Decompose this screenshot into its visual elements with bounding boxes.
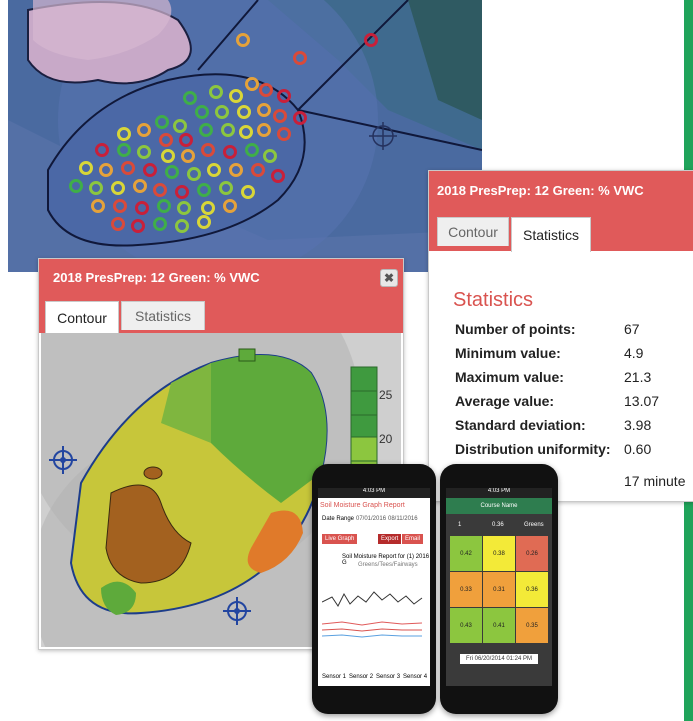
date-from-field[interactable]: 07/01/2016 (356, 516, 386, 522)
moisture-grid: 0.42 0.38 0.26 0.33 0.31 0.36 0.43 0.41 0.35 (450, 536, 548, 644)
status-time: 4:03 PM (446, 488, 552, 498)
tab-statistics[interactable]: Statistics (511, 217, 591, 252)
stat-label: Number of points: (455, 321, 576, 337)
legend-tick-25: 25 (379, 388, 393, 402)
live-graph-button[interactable]: Live Graph (322, 534, 358, 544)
stat-label: Standard deviation: (455, 417, 586, 433)
date-to-field[interactable]: 08/11/2016 (388, 516, 418, 522)
stat-label: Average value: (455, 393, 555, 409)
stat-value: 3.98 (624, 417, 652, 433)
export-button[interactable]: Export (378, 534, 402, 544)
stat-value: 67 (624, 321, 640, 337)
contour-panel-tabs: Contour Statistics (39, 297, 403, 334)
stat-value: 0.60 (624, 441, 652, 457)
email-button[interactable]: Email (402, 534, 424, 544)
stat-label: Maximum value: (455, 369, 564, 385)
grid-cell[interactable]: 0.31 (483, 572, 515, 607)
grid-row-value: 0.36 (492, 522, 504, 528)
phone-soil-moisture: 4:03 PM Soil Moisture Graph Report Date … (312, 464, 436, 714)
course-name-header: Course Name (446, 498, 552, 514)
date-range-label: Date Range (322, 516, 355, 522)
grid-row-type[interactable]: Greens (524, 522, 544, 528)
status-time: 4:03 PM (318, 488, 430, 498)
statistics-heading: Statistics (453, 289, 534, 311)
phone-course-grid: 4:03 PM Course Name 1 0.36 Greens 0.42 0.… (440, 464, 558, 714)
moisture-chart (322, 572, 426, 672)
aerial-map-svg (8, 0, 482, 272)
stat-label: Minimum value: (455, 345, 561, 361)
stat-value: 4.9 (624, 345, 644, 361)
statistics-extra: 17 minute (624, 473, 686, 489)
legend-entry: Sensor 3 (376, 674, 401, 680)
contour-panel-title: 2018 PresPrep: 12 Green: % VWC (39, 259, 403, 297)
grid-cell[interactable]: 0.42 (450, 536, 482, 571)
grid-cell[interactable]: 0.35 (516, 608, 548, 643)
phone-left-screen: 4:03 PM Soil Moisture Graph Report Date … (318, 488, 430, 686)
close-button[interactable]: ✖ (380, 269, 398, 287)
statistics-panel-title: 2018 PresPrep: 12 Green: % VWC (429, 171, 693, 211)
grid-cell[interactable]: 0.41 (483, 608, 515, 643)
phone-right-screen: 4:03 PM Course Name 1 0.36 Greens 0.42 0.… (446, 488, 552, 686)
legend-tick-20: 20 (379, 432, 393, 446)
chart-legend: Sensor 1 Sensor 2 Sensor 3 Sensor 4 (322, 674, 430, 680)
date-bar[interactable]: Fri 06/20/2014 01:24 PM (460, 654, 538, 664)
grid-cell[interactable]: 0.33 (450, 572, 482, 607)
grid-cell[interactable]: 0.43 (450, 608, 482, 643)
grid-cell[interactable]: 0.26 (516, 536, 548, 571)
stat-value: 13.07 (624, 393, 660, 409)
tab-contour[interactable]: Contour (437, 217, 509, 246)
stat-value: 21.3 (624, 369, 652, 385)
grid-row-id: 1 (458, 522, 462, 528)
statistics-panel: 2018 PresPrep: 12 Green: % VWC Contour S… (428, 170, 693, 502)
grid-cell[interactable]: 0.36 (516, 572, 548, 607)
statistics-panel-tabs: Contour Statistics (429, 211, 693, 252)
legend-entry: Sensor 4 (403, 674, 428, 680)
grid-cell[interactable]: 0.38 (483, 536, 515, 571)
report-title: Soil Moisture Graph Report (320, 502, 405, 509)
chart-subtitle: Greens/Tees/Fairways (358, 562, 418, 568)
legend-entry: Sensor 1 (322, 674, 347, 680)
aerial-map[interactable] (8, 0, 482, 272)
tab-statistics[interactable]: Statistics (121, 301, 205, 330)
legend-entry: Sensor 2 (349, 674, 374, 680)
stat-label: Distribution uniformity: (455, 441, 611, 457)
tab-contour[interactable]: Contour (45, 301, 119, 334)
